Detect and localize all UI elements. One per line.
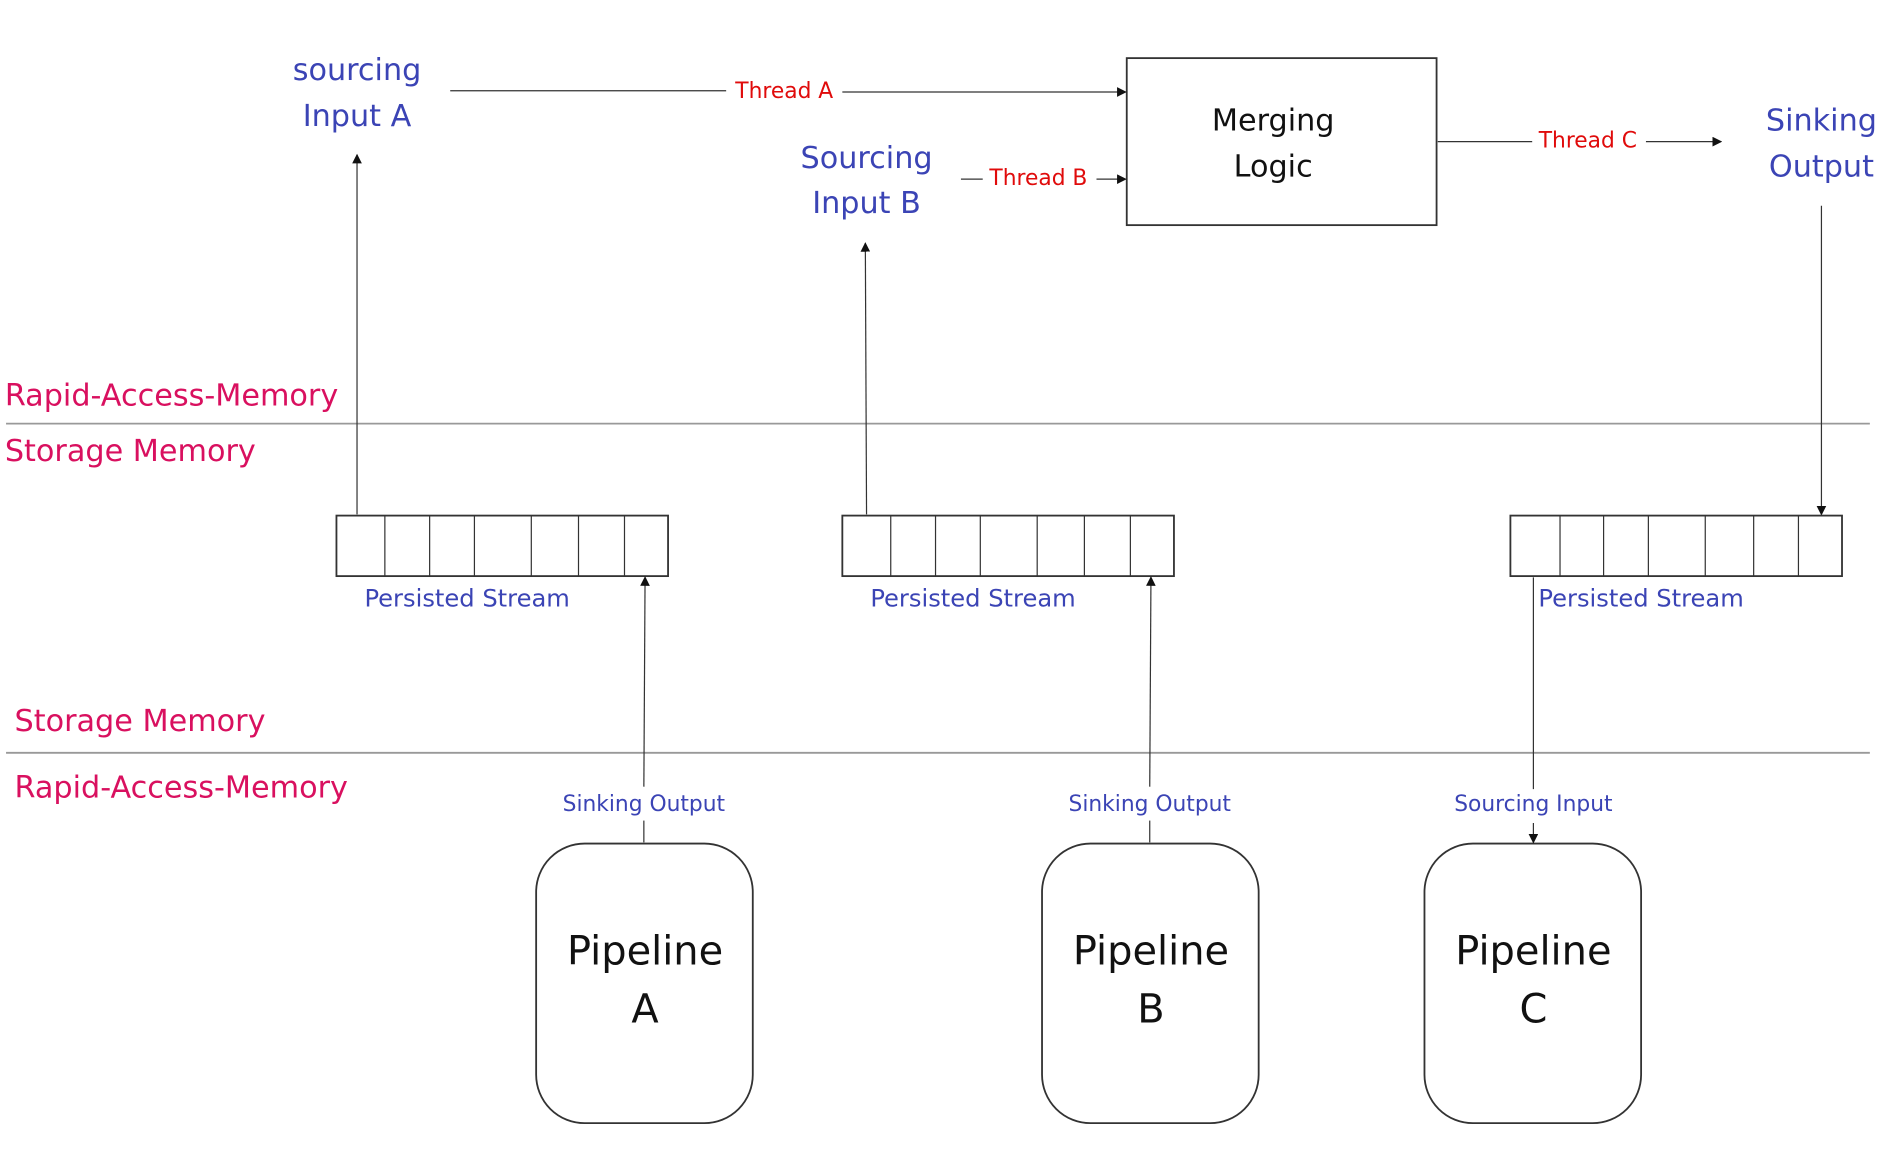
svg-text:A: A [631, 987, 658, 1033]
layer-label-storage-bottom: Storage Memory [15, 704, 266, 739]
node-sourcing-input-b: Sourcing Input B [801, 141, 933, 221]
thread-b-label: Thread B [988, 166, 1087, 191]
node-sourcing-input-a: sourcing Input A [293, 53, 422, 134]
svg-text:Sinking: Sinking [1766, 104, 1877, 139]
persisted-stream-1: Persisted Stream [335, 514, 669, 612]
pipeline-port-label: Sourcing Input [1454, 792, 1613, 817]
arrow-pipeline-to-stream [1146, 576, 1156, 787]
svg-text:Input B: Input B [812, 186, 921, 221]
merging-logic-box: Merging Logic [1125, 57, 1438, 227]
thread-a-arrow: Thread A [450, 79, 1127, 104]
svg-text:Pipeline: Pipeline [1455, 929, 1611, 975]
pipeline-c: Pipeline C Sourcing Input [1423, 577, 1643, 1125]
svg-text:Output: Output [1769, 150, 1874, 185]
persisted-stream-label: Persisted Stream [1538, 584, 1743, 612]
pipeline-port-label: Sinking Output [1069, 792, 1232, 817]
persisted-stream-label: Persisted Stream [870, 584, 1075, 612]
layer-label-storage-top: Storage Memory [5, 434, 256, 469]
svg-text:B: B [1137, 987, 1164, 1033]
pipeline-port-label: Sinking Output [563, 792, 726, 817]
svg-text:C: C [1519, 987, 1547, 1033]
node-sinking-output: Sinking Output [1766, 104, 1877, 185]
thread-c-arrow: Thread C [1437, 129, 1723, 154]
persisted-stream-3: Persisted Stream [1509, 514, 1843, 612]
pipeline-diagram: Rapid-Access-Memory Storage Memory Stora… [5, 53, 1877, 1125]
pipeline-a: Pipeline A Sinking Output [535, 576, 754, 1125]
pipeline-b: Pipeline B Sinking Output [1041, 576, 1260, 1125]
persisted-stream-label: Persisted Stream [364, 584, 569, 612]
svg-text:Pipeline: Pipeline [1073, 929, 1229, 975]
svg-text:sourcing: sourcing [293, 53, 422, 88]
thread-a-label: Thread A [734, 79, 833, 104]
arrow-stream-b-to-input-b [860, 242, 871, 515]
svg-text:Pipeline: Pipeline [567, 929, 723, 975]
thread-b-arrow: Thread B [960, 166, 1127, 191]
layer-label-rapid-top: Rapid-Access-Memory [5, 378, 338, 413]
layer-label-rapid-bottom: Rapid-Access-Memory [15, 771, 348, 806]
svg-text:Merging: Merging [1212, 104, 1335, 139]
svg-text:Input A: Input A [303, 99, 412, 134]
svg-text:Sourcing: Sourcing [801, 141, 933, 176]
svg-text:Logic: Logic [1234, 150, 1313, 185]
persisted-stream-2: Persisted Stream [841, 514, 1175, 612]
thread-c-label: Thread C [1538, 129, 1637, 154]
arrow-pipeline-to-stream [640, 576, 650, 787]
